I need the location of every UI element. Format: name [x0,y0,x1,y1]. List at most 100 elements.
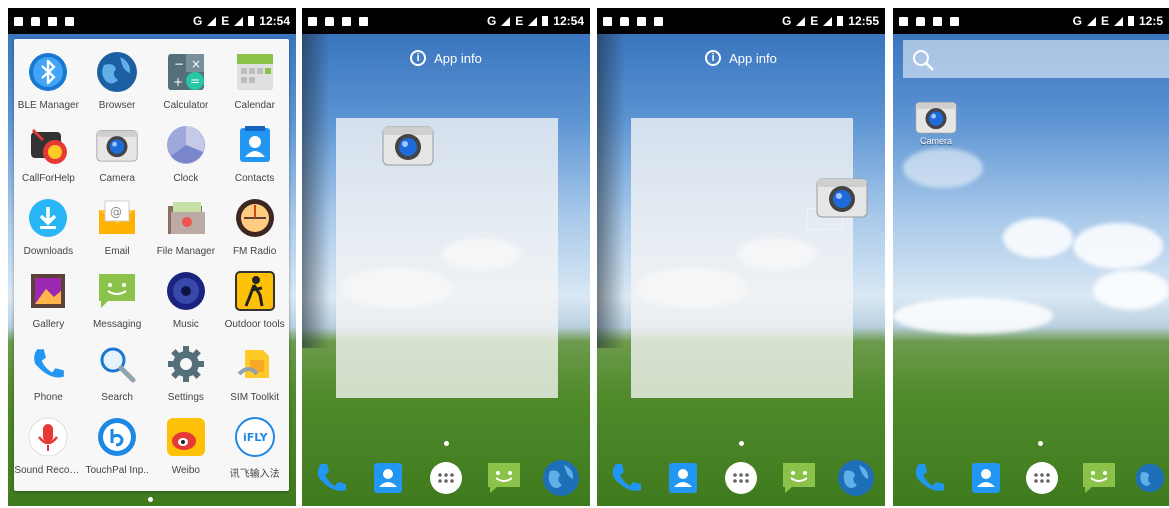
messaging-icon[interactable] [1079,458,1119,498]
download-notification-icon [65,16,74,26]
svg-text:@: @ [110,205,122,219]
app-label: Calendar [234,100,275,111]
svg-text:×: × [191,57,201,71]
app-label: TouchPal Inp.. [85,465,149,476]
lock-icon [31,16,40,26]
messaging-icon[interactable] [779,458,819,498]
info-icon: i [705,50,722,66]
desktop-camera-shortcut[interactable]: Camera [915,100,957,146]
radio-icon [234,197,276,239]
app-label: Calculator [163,100,209,111]
app-sound-record[interactable]: Sound Record.. [14,410,83,483]
all-apps-icon[interactable] [1022,458,1062,498]
camera-icon [96,124,138,166]
app-label: SIM Toolkit [230,392,279,403]
app-label: Downloads [23,246,74,257]
app-label: FM Radio [232,246,277,257]
dock [893,454,1169,502]
app-email[interactable]: @ Email [83,191,152,264]
phone-icon [27,343,69,385]
app-label: CallForHelp [21,173,75,184]
app-label: File Manager [156,246,216,257]
app-outdoor-tools[interactable]: Outdoor tools [220,264,289,337]
app-gallery[interactable]: Gallery [14,264,83,337]
sim-notification-icon [48,16,57,26]
app-ble-manager[interactable]: BLE Manager [14,45,83,118]
notification-icon [14,16,23,26]
app-music[interactable]: Music [152,264,221,337]
app-file-manager[interactable]: File Manager [152,191,221,264]
download-icon [27,197,69,239]
microphone-icon [27,416,69,458]
clock-icon [165,124,207,166]
app-settings[interactable]: Settings [152,337,221,410]
app-downloads[interactable]: Downloads [14,191,83,264]
widget-drop-zone[interactable] [631,118,853,398]
contacts-icon [234,124,276,166]
svg-text:+: + [173,75,183,89]
all-apps-icon[interactable] [426,458,466,498]
app-callforhelp[interactable]: CallForHelp [14,118,83,191]
phone-icon[interactable] [606,458,646,498]
browser-icon[interactable] [836,458,876,498]
search-icon [913,50,934,71]
widget-drop-zone[interactable] [336,118,558,398]
battery-icon [248,16,255,26]
app-[interactable]: iFLY 讯飞输入法 [220,410,289,483]
status-bar: G E 12:5 [893,8,1169,34]
app-label: Settings [167,392,204,403]
dragged-camera-icon[interactable] [816,176,868,223]
app-calendar[interactable]: Calendar [220,45,289,118]
phone-screen-home: G E 12:5 Camera [893,8,1169,506]
app-label: Sound Record.. [14,465,83,476]
app-drawer: BLE Manager Browser − × + = Calculator Calendar… [14,39,289,491]
contacts-icon[interactable] [966,458,1006,498]
browser-icon[interactable] [1135,458,1165,498]
app-label: Music [172,319,199,330]
app-label: Gallery [32,319,65,330]
phone-screen-app-drawer: G E 12:54 BLE Manager Browser − × + = Calculat… [8,8,296,506]
app-touchpal-inp[interactable]: TouchPal Inp.. [83,410,152,483]
phone-icon[interactable] [311,458,351,498]
alarm-icon [27,124,69,166]
browser-icon[interactable] [541,458,581,498]
app-messaging[interactable]: Messaging [83,264,152,337]
all-apps-icon[interactable] [721,458,761,498]
dragged-camera-icon[interactable] [382,124,434,171]
app-label: Email [104,246,130,257]
weibo-icon [165,416,207,458]
app-label: Weibo [171,465,200,476]
camera-icon [915,102,957,134]
svg-text:−: − [174,57,184,71]
ifly-icon: iFLY [234,416,276,458]
app-phone[interactable]: Phone [14,337,83,410]
app-clock[interactable]: Clock [152,118,221,191]
messaging-icon[interactable] [484,458,524,498]
app-calculator[interactable]: − × + = Calculator [152,45,221,118]
app-label: Camera [99,173,135,184]
app-info-target[interactable]: i App info [302,50,590,66]
app-label: Phone [33,392,63,403]
info-icon: i [410,50,427,66]
app-label: Messaging [92,319,142,330]
phone-icon[interactable] [909,458,949,498]
app-camera[interactable]: Camera [83,118,152,191]
search-bar[interactable] [903,40,1169,78]
clock-time: 12:5 [1138,14,1163,28]
email-icon: @ [96,197,138,239]
app-contacts[interactable]: Contacts [220,118,289,191]
phone-screen-drag-1: G E 12:54 i App info [302,8,590,506]
app-info-target[interactable]: i App info [597,50,885,66]
app-label: Search [101,392,133,403]
calculator-icon: − × + = [165,51,207,93]
contacts-icon[interactable] [663,458,703,498]
app-browser[interactable]: Browser [83,45,152,118]
app-sim-toolkit[interactable]: SIM Toolkit [220,337,289,410]
app-search[interactable]: Search [83,337,152,410]
clock-time: 12:54 [553,14,584,28]
app-label: Browser [98,100,136,111]
contacts-icon[interactable] [368,458,408,498]
app-fm-radio[interactable]: FM Radio [220,191,289,264]
app-weibo[interactable]: Weibo [152,410,221,483]
app-label: Contacts [234,173,275,184]
